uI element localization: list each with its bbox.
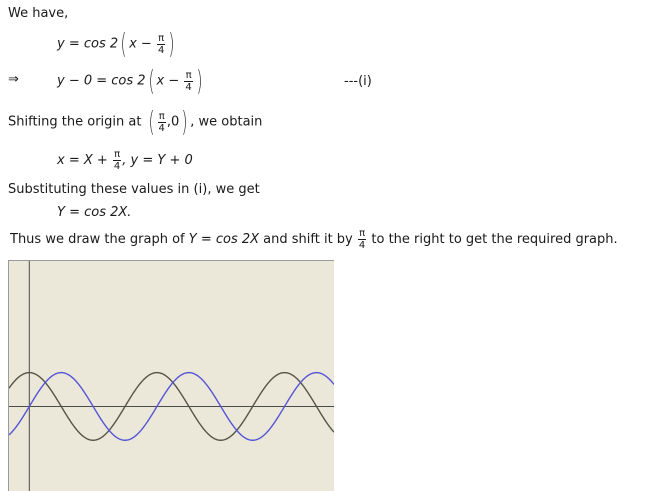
y-substitution: , y = Y + 0 — [122, 153, 193, 168]
eq2-tag: ---(i) — [344, 74, 372, 89]
equation-reference: (i) — [193, 182, 208, 197]
fraction-denominator: 4 — [358, 240, 366, 251]
substituting-after: , we get — [207, 182, 260, 197]
right-paren: ) — [168, 27, 175, 60]
equation-2: y − 0 = cos 2(x − π 4) — [57, 66, 205, 96]
fraction-numerator: π — [156, 32, 166, 45]
right-paren: ) — [181, 105, 188, 138]
left-paren: ( — [148, 105, 155, 138]
eq1-minus: − — [140, 36, 152, 52]
fraction-denominator: 4 — [157, 44, 165, 56]
eq2-fraction: π4 — [184, 69, 193, 93]
intro-text: We have, — [8, 6, 68, 22]
x-substitution: x = X + — [57, 153, 108, 168]
eq2-minus: − — [168, 73, 180, 89]
eq1-fraction: π4 — [156, 32, 166, 56]
eq1-lhs: y = cos 2 — [57, 36, 119, 52]
result-equation: Y = cos 2X. — [57, 205, 131, 221]
fraction-denominator: 4 — [113, 161, 121, 172]
fraction-numerator: π — [357, 228, 367, 240]
implies-arrow: ⇒ — [8, 72, 19, 87]
left-paren: ( — [120, 27, 127, 60]
graph-panel — [8, 260, 334, 491]
fraction-numerator: π — [184, 69, 193, 82]
fraction-numerator: π — [112, 149, 122, 161]
equation-1: y = cos 2(x − π 4) — [57, 29, 177, 59]
thus-expression: Y = cos 2X — [188, 232, 260, 247]
fraction-denominator: 4 — [185, 81, 192, 93]
shift-text-after: , we obtain — [190, 114, 263, 130]
shift-origin-y: ,0 — [166, 114, 180, 130]
shift-fraction: π4 — [157, 110, 166, 134]
implies-symbol: ⇒ — [8, 72, 19, 88]
substituting-text: Substituting these values in — [8, 182, 190, 197]
we-have-label: We have, — [8, 6, 69, 21]
thus-text-after: to the right to get the required graph. — [371, 232, 618, 247]
thus-text-mid: and shift it by — [263, 232, 353, 247]
left-paren: ( — [148, 64, 155, 97]
subst-fraction: π4 — [112, 149, 122, 172]
shift-text-before: Shifting the origin at — [8, 114, 142, 130]
fraction-numerator: π — [157, 110, 166, 123]
thus-line: Thus we draw the graph of Y = cos 2X and… — [10, 228, 618, 251]
graph-svg — [9, 261, 334, 491]
result-text: Y = cos 2X. — [57, 205, 132, 220]
eq2-var: x — [156, 73, 165, 89]
substituting-line: Substituting these values in (i), we get — [8, 182, 260, 198]
equation-tag: ---(i) — [344, 74, 372, 90]
eq1-var: x — [129, 36, 137, 52]
eq2-lhs: y − 0 = cos 2 — [57, 73, 146, 89]
fraction-denominator: 4 — [158, 122, 165, 134]
substitution-equations: x = X + π4, y = Y + 0 — [57, 149, 193, 172]
shifting-line: Shifting the origin at (π 4,0), we obtain — [8, 107, 262, 137]
right-paren: ) — [196, 64, 203, 97]
thus-fraction: π4 — [357, 228, 367, 251]
thus-text-before: Thus we draw the graph of — [10, 232, 185, 247]
